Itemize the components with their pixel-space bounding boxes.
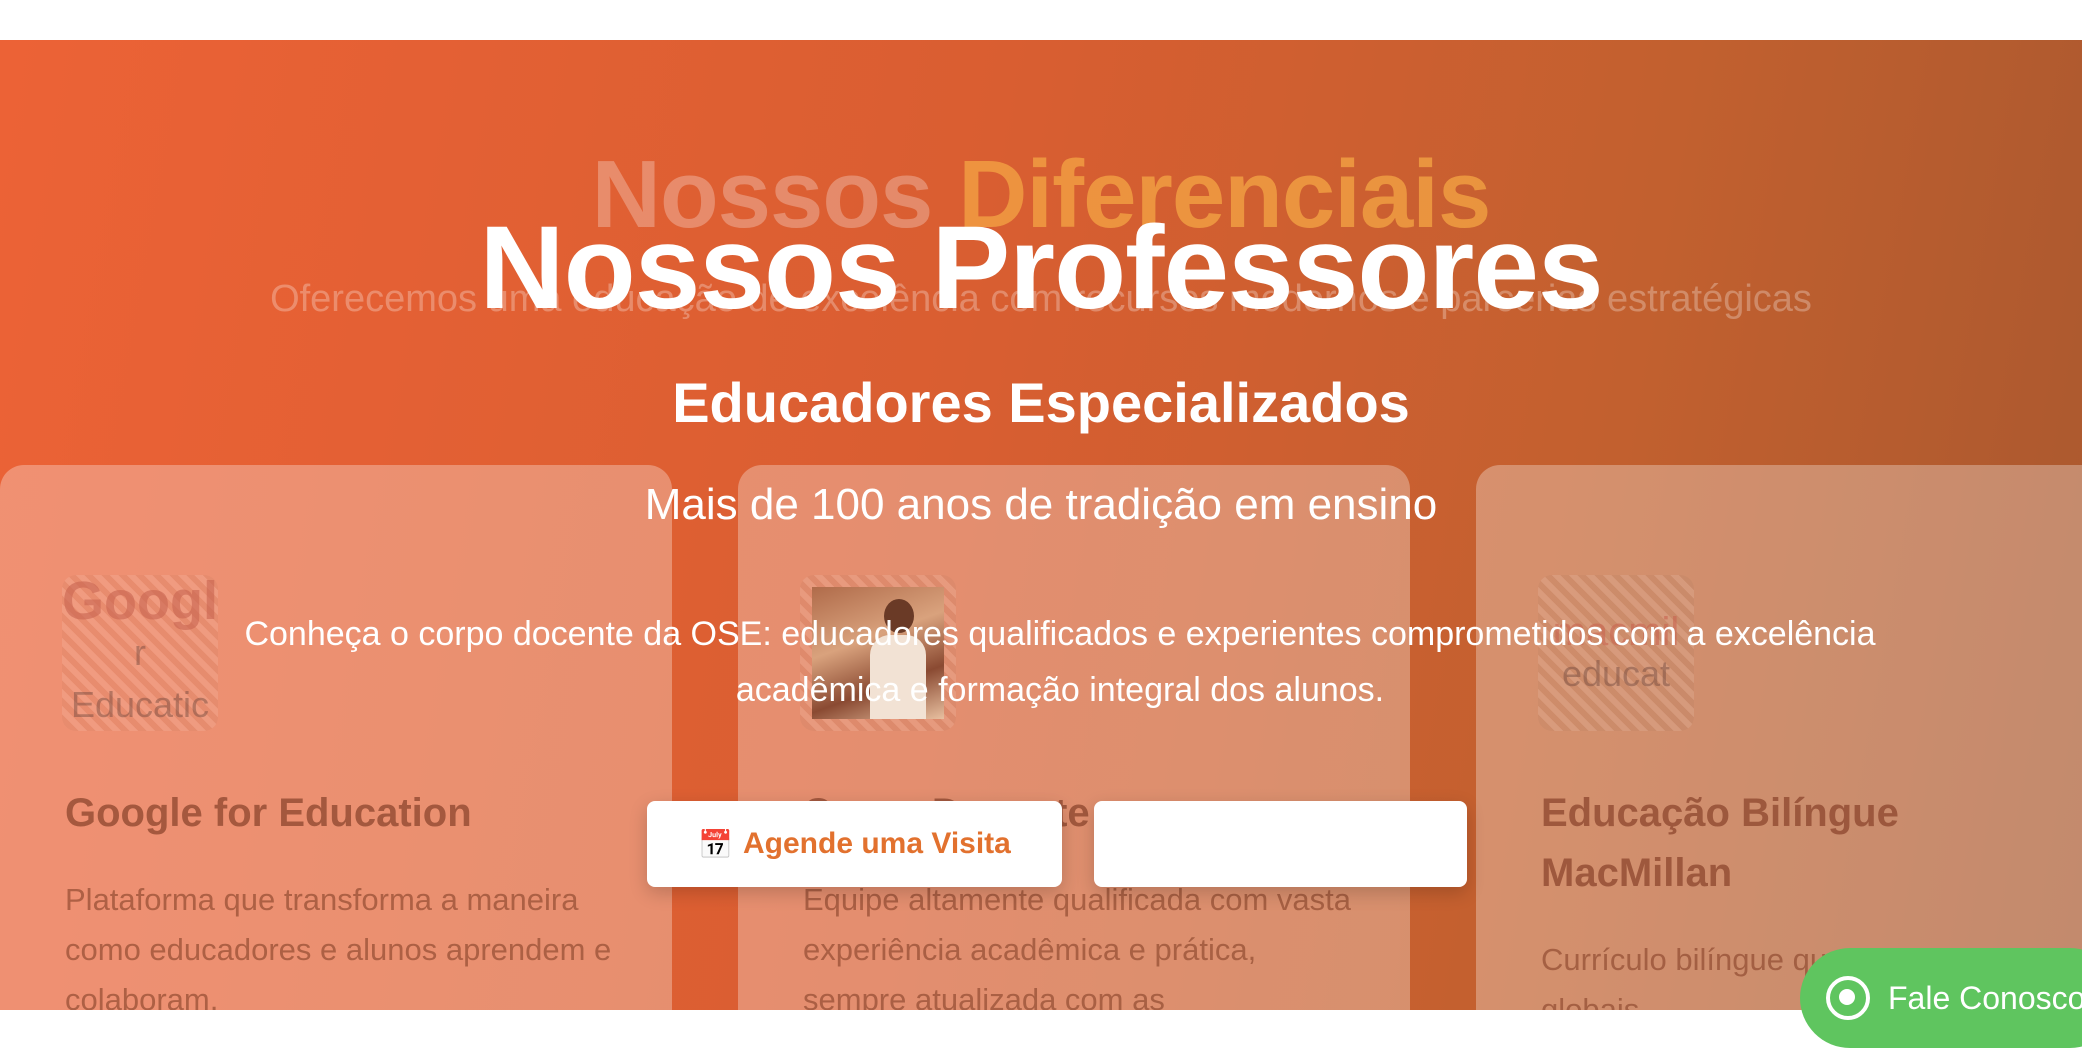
hero-section: Nossos Diferenciais Oferecemos uma educa…: [0, 40, 2082, 1010]
card-text: Plataforma que transforma a maneira como…: [65, 882, 612, 1010]
card-title: Google for Education: [65, 791, 472, 835]
top-bar: [0, 0, 2082, 40]
feature-card-google: Googl r Educatic Google for Education Pl…: [0, 465, 672, 1010]
schedule-visit-button[interactable]: 📅 Agende uma Visita: [647, 801, 1062, 887]
card-text: Equipe altamente qualificada com vasta e…: [803, 882, 1351, 1010]
hero-subtitle: Educadores Especializados: [672, 371, 1410, 434]
secondary-button[interactable]: [1094, 801, 1467, 887]
feature-card-macmillan: macmil educat Educação Bilíngue MacMilla…: [1476, 465, 2082, 1010]
page-title: Nossos Professores: [479, 202, 1603, 334]
card-title: Educação Bilíngue MacMillan: [1541, 791, 1899, 895]
hero-tagline: Mais de 100 anos de tradição em ensino: [644, 480, 1438, 529]
feature-card-teachers: Corpo Docente Equipe altamente qualifica…: [738, 465, 1410, 1010]
whatsapp-icon: [1826, 976, 1870, 1020]
schedule-visit-label: Agende uma Visita: [743, 827, 1011, 860]
whatsapp-label: Fale Conosco: [1888, 979, 2082, 1016]
calendar-icon: 📅: [698, 828, 733, 860]
hero-description: Conheça o corpo docente da OSE: educador…: [244, 615, 1876, 709]
whatsapp-contact-button[interactable]: Fale Conosco: [1800, 948, 2082, 1048]
